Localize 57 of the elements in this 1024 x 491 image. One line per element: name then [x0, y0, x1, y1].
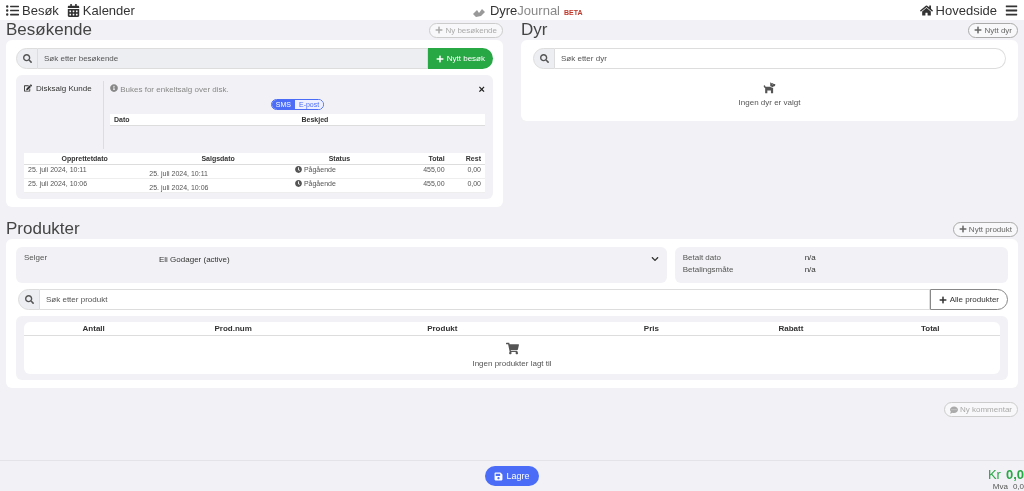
nav-link[interactable]: Besøk	[6, 2, 59, 18]
home-icon	[919, 3, 933, 17]
search-field[interactable]: Søk etter produkt	[40, 289, 930, 310]
plus-icon	[938, 295, 947, 304]
vat-label: Mva	[992, 482, 1008, 491]
search-icon	[18, 289, 40, 310]
search-icon	[533, 48, 555, 69]
list-icon	[6, 3, 19, 17]
total-amount: 0,0	[1005, 467, 1024, 482]
section-title: Dyr	[521, 20, 548, 40]
new-visit-button[interactable]: Nytt besøk	[427, 48, 493, 69]
save-icon	[494, 471, 504, 481]
plus-icon	[435, 26, 444, 34]
close-button[interactable]: ×	[478, 84, 485, 95]
empty-message: Ingen produkter lagt til	[472, 359, 552, 368]
column-header: Produkt	[302, 322, 582, 336]
comment-icon	[950, 405, 958, 414]
section-title: Produkter	[6, 219, 80, 239]
all-products-button[interactable]: Alle produkter	[929, 289, 1008, 310]
edit-icon[interactable]	[24, 84, 32, 92]
search-field[interactable]: Søk etter dyr	[555, 48, 1006, 69]
save-button[interactable]: Lagre	[485, 466, 539, 486]
plus-icon	[974, 26, 983, 34]
plus-icon	[958, 225, 967, 233]
column-header: Rabatt	[721, 322, 861, 336]
customer-note: Bukes for enkeltsalg over disk.	[110, 84, 229, 95]
empty-message: Ingen dyr er valgt	[738, 98, 801, 107]
seller-select[interactable]: Eli Godager (active)	[159, 253, 659, 277]
new-animal-button[interactable]: Nytt dyr	[968, 22, 1018, 38]
plus-icon	[435, 54, 444, 63]
column-header: Total	[860, 322, 1000, 336]
column-header: Prod.num	[163, 322, 303, 336]
clock-icon	[294, 180, 302, 187]
home-link[interactable]: Hovedside	[919, 2, 997, 18]
customer-name: Disksalg Kunde	[36, 84, 92, 93]
section-title: Besøkende	[6, 20, 92, 40]
info-icon	[110, 84, 118, 92]
search-field[interactable]: Søk etter besøkende	[38, 48, 428, 69]
column-header: Antall	[24, 322, 164, 336]
seller-label: Selger	[24, 253, 49, 264]
search-icon	[16, 48, 38, 69]
column-header: Pris	[581, 322, 722, 336]
currency-label: Kr	[987, 467, 1001, 482]
menu-icon[interactable]	[1005, 3, 1018, 17]
payment-value: n/a	[804, 253, 816, 262]
payment-value: n/a	[804, 265, 816, 274]
nav-link[interactable]: Kalender	[66, 2, 135, 18]
chevron-down-icon	[650, 255, 659, 263]
new-product-button[interactable]: Nytt produkt	[952, 221, 1018, 237]
calendar-icon	[66, 3, 80, 17]
dog-icon	[763, 81, 776, 94]
payment-label: Betalt dato	[682, 253, 722, 262]
payment-label: Betalingsmåte	[682, 265, 735, 274]
brand-name: DyreJournal	[489, 2, 560, 18]
clock-icon	[294, 166, 302, 173]
cart-icon	[505, 342, 519, 355]
vat-amount: 0,0	[1012, 482, 1024, 491]
